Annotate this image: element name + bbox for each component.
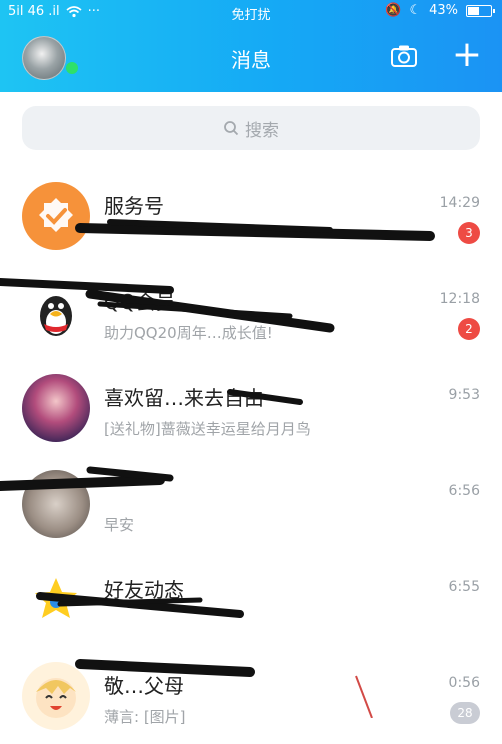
search-icon — [224, 121, 239, 136]
conversation-item-qq-vip[interactable]: QQ会员 助力QQ20周年…成长值! 12:18 2 — [0, 264, 502, 360]
anime-girl-avatar — [22, 374, 90, 442]
unread-badge: 3 — [458, 222, 480, 244]
conversation-preview: [送礼物]蔷薇送幸运星给月月鸟 — [104, 420, 311, 438]
status-bar: 5il 46 .il ··· 免打扰 🔕 ☾ 43% — [0, 0, 502, 24]
search-placeholder: 搜索 — [245, 120, 279, 141]
battery-percent: 43% — [429, 3, 458, 18]
photo-avatar — [22, 470, 90, 538]
star-icon — [35, 578, 77, 618]
conversation-preview: 早安 — [104, 516, 135, 534]
unread-badge: 28 — [450, 702, 480, 724]
battery-icon — [466, 4, 495, 17]
conversation-preview: 助力QQ20周年…成长值! — [104, 324, 273, 342]
badge-check-icon — [39, 198, 73, 232]
conversation-time: 12:18 — [439, 291, 480, 307]
page-title: 消息 — [231, 48, 271, 72]
conversation-name: QQ会员 — [104, 290, 176, 314]
conversation-item-contact[interactable]: 早安 6:56 — [0, 456, 502, 552]
cartoon-avatar — [22, 662, 90, 730]
conversation-time: 9:53 — [448, 387, 480, 403]
conversation-name: 好友动态 — [104, 578, 184, 602]
top-header: 5il 46 .il ··· 免打扰 🔕 ☾ 43% 消息 + — [0, 0, 502, 92]
search-bar[interactable]: 搜索 — [22, 106, 480, 150]
camera-icon[interactable] — [391, 45, 417, 67]
service-avatar — [22, 182, 90, 250]
conversation-name: 喜欢留…来去自由 — [104, 386, 264, 410]
qq-penguin-avatar — [22, 278, 90, 346]
conversation-item-family[interactable]: 敬…父母 薄言: [图片] 0:56 28 — [0, 648, 502, 744]
conversation-time: 6:56 — [448, 483, 480, 499]
bell-mute-icon: 🔕 — [385, 3, 402, 18]
conversation-item-service[interactable]: 服务号 14:29 3 — [0, 168, 502, 264]
plus-icon[interactable]: + — [450, 37, 484, 73]
conversation-item-group[interactable]: 喜欢留…来去自由 [送礼物]蔷薇送幸运星给月月鸟 9:53 — [0, 360, 502, 456]
unread-badge: 2 — [458, 318, 480, 340]
star-avatar — [22, 566, 90, 634]
conversation-name: 服务号 — [104, 194, 164, 218]
conversation-time: 6:55 — [448, 579, 480, 595]
conversation-name: 敬…父母 — [104, 674, 184, 698]
conversation-time: 0:56 — [448, 675, 480, 691]
conversation-time: 14:29 — [439, 195, 480, 211]
moon-icon: ☾ — [409, 3, 422, 18]
conversation-preview: 薄言: [图片] — [104, 708, 186, 726]
conversation-item-friend-feed[interactable]: 好友动态 6:55 — [0, 552, 502, 648]
